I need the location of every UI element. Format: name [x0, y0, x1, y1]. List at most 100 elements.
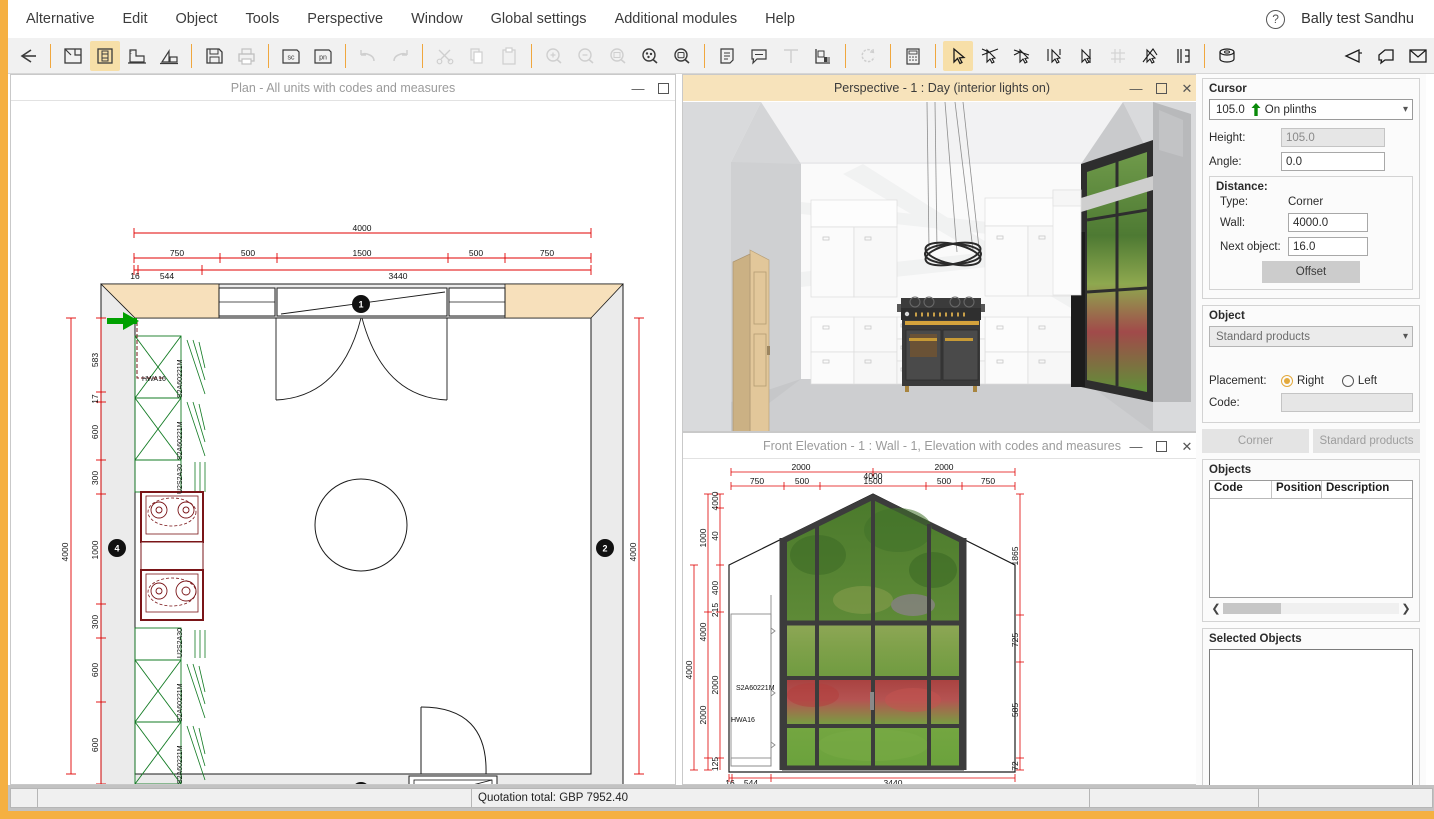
offset-button[interactable]: Offset	[1262, 261, 1360, 283]
objects-horizontal-scrollbar[interactable]: ❮ ❯	[1209, 600, 1413, 617]
snap-node-icon[interactable]	[975, 41, 1005, 71]
svg-text:sc: sc	[288, 54, 296, 61]
materials-icon[interactable]	[808, 41, 838, 71]
action-button-row: Corner Standard products	[1202, 429, 1420, 453]
menu-item-global-settings[interactable]: Global settings	[477, 0, 601, 38]
status-bar: Quotation total: GBP 7952.40	[8, 785, 1434, 811]
toolbar-separator	[191, 44, 192, 68]
select-pointer-icon[interactable]	[943, 41, 973, 71]
objects-scroll-track[interactable]	[1223, 603, 1399, 614]
standard-products-button[interactable]: Standard products	[1313, 429, 1420, 453]
perspective-minimize-button[interactable]: —	[1128, 82, 1144, 95]
pn-icon[interactable]: pn	[308, 41, 338, 71]
perspective-window[interactable]: Perspective - 1 : Day (interior lights o…	[682, 74, 1202, 432]
scroll-right-arrow-icon[interactable]: ❯	[1399, 602, 1413, 615]
mirror-icon[interactable]	[1167, 41, 1197, 71]
question-mark-icon[interactable]: ?	[1266, 10, 1285, 29]
menu-item-tools[interactable]: Tools	[231, 0, 293, 38]
plan-canvas[interactable]: 4000 750 500 1500 500 750 16 544 3440	[11, 102, 675, 784]
mail-envelope-icon[interactable]	[1403, 41, 1433, 71]
snap-angle-icon[interactable]	[1135, 41, 1165, 71]
chevron-down-icon: ▾	[1403, 104, 1408, 115]
perspective-window-titlebar[interactable]: Perspective - 1 : Day (interior lights o…	[683, 75, 1201, 101]
menu-item-edit[interactable]: Edit	[109, 0, 162, 38]
paste-icon	[494, 41, 524, 71]
plan-minimize-button[interactable]: —	[630, 82, 646, 95]
cursor-mode-combo[interactable]: 105.0 On plinths ▾	[1209, 99, 1413, 120]
distance-next-object-input[interactable]: 16.0	[1288, 237, 1368, 256]
menu-item-alternative[interactable]: Alternative	[8, 0, 109, 38]
plan-window-titlebar[interactable]: Plan - All units with codes and measures…	[11, 75, 675, 101]
objects-scroll-thumb[interactable]	[1223, 603, 1281, 614]
elevation-window[interactable]: Front Elevation - 1 : Wall - 1, Elevatio…	[682, 432, 1202, 785]
cursor-angle-input[interactable]: 0.0	[1281, 152, 1385, 171]
snap-intersection-icon[interactable]	[1039, 41, 1069, 71]
elev-dim-2000b: 2000	[935, 462, 954, 472]
scroll-left-arrow-icon[interactable]: ❮	[1209, 602, 1223, 615]
wall-marker-1[interactable]: 1	[352, 295, 370, 313]
menu-item-additional-modules[interactable]: Additional modules	[601, 0, 752, 38]
plan-dim-top-1500: 1500	[353, 248, 372, 258]
placement-left-radio[interactable]	[1342, 375, 1354, 387]
calculator-icon[interactable]	[898, 41, 928, 71]
wall-marker-2[interactable]: 2	[596, 539, 614, 557]
elevation-close-button[interactable]: ✕	[1179, 440, 1195, 453]
megaphone-icon[interactable]	[1339, 41, 1369, 71]
elev-dim-left-400: 400	[710, 581, 720, 595]
distance-wall-label: Wall:	[1216, 217, 1288, 229]
elevation-canvas[interactable]: 2000 4000 2000 750 500 1500 500 750	[683, 460, 1201, 784]
placement-right-label[interactable]: Right	[1297, 375, 1324, 387]
undo-icon	[353, 41, 383, 71]
menu-item-window[interactable]: Window	[397, 0, 477, 38]
objects-col-position[interactable]: Position	[1272, 481, 1322, 498]
status-cell-5	[1258, 788, 1433, 808]
elev-dim-500b: 500	[937, 476, 951, 486]
placement-right-radio[interactable]	[1281, 375, 1293, 387]
elevation-maximize-button[interactable]	[1156, 441, 1167, 452]
perspective-close-button[interactable]: ✕	[1179, 82, 1195, 95]
code-input[interactable]	[1281, 393, 1413, 412]
object-type-combo[interactable]: Standard products ▾	[1209, 326, 1413, 347]
grid-snap-icon	[1103, 41, 1133, 71]
user-account-label[interactable]: Bally test Sandhu	[1301, 11, 1434, 27]
distance-wall-input[interactable]: 4000.0	[1288, 213, 1368, 232]
perspective-3d-view[interactable]	[683, 102, 1201, 431]
chat-bubble-icon[interactable]	[1371, 41, 1401, 71]
perspective-maximize-button[interactable]	[1156, 83, 1167, 94]
objects-table-body[interactable]	[1210, 499, 1412, 597]
elev-dim-left-4000-outer: 4000	[684, 660, 694, 679]
menu-item-object[interactable]: Object	[162, 0, 232, 38]
tape-measure-icon[interactable]	[1212, 41, 1242, 71]
toolbar-separator	[422, 44, 423, 68]
zoom-extents-icon[interactable]	[667, 41, 697, 71]
elevation-minimize-button[interactable]: —	[1128, 440, 1144, 453]
room-plan-icon[interactable]	[58, 41, 88, 71]
snap-perpendicular-icon[interactable]	[1071, 41, 1101, 71]
objects-col-code[interactable]: Code	[1210, 481, 1272, 498]
menu-item-help[interactable]: Help	[751, 0, 809, 38]
notes-icon[interactable]	[712, 41, 742, 71]
elevation-window-titlebar[interactable]: Front Elevation - 1 : Wall - 1, Elevatio…	[683, 433, 1201, 459]
corner-button[interactable]: Corner	[1202, 429, 1309, 453]
placement-left-label[interactable]: Left	[1358, 375, 1377, 387]
plan-cooker-unit[interactable]	[141, 492, 203, 620]
plan-window[interactable]: Plan - All units with codes and measures…	[10, 74, 676, 785]
plan-maximize-button[interactable]	[658, 83, 669, 94]
selected-objects-list[interactable]	[1209, 649, 1413, 797]
comment-icon[interactable]	[744, 41, 774, 71]
plan-table[interactable]	[315, 479, 407, 571]
wall-marker-4[interactable]: 4	[108, 539, 126, 557]
objects-col-description[interactable]: Description	[1322, 481, 1412, 498]
section-view-icon[interactable]	[122, 41, 152, 71]
perspective-window-controls: — ✕	[1128, 75, 1195, 101]
objects-table[interactable]: Code Position Description	[1209, 480, 1413, 598]
measure-view-icon[interactable]	[154, 41, 184, 71]
zoom-all-icon[interactable]	[635, 41, 665, 71]
back-arrow-icon[interactable]	[13, 41, 43, 71]
sc-icon[interactable]: sc	[276, 41, 306, 71]
menu-item-perspective[interactable]: Perspective	[293, 0, 397, 38]
elevation-panel-icon[interactable]	[90, 41, 120, 71]
objects-table-header: Code Position Description	[1210, 481, 1412, 499]
snap-midpoint-icon[interactable]	[1007, 41, 1037, 71]
save-icon[interactable]	[199, 41, 229, 71]
